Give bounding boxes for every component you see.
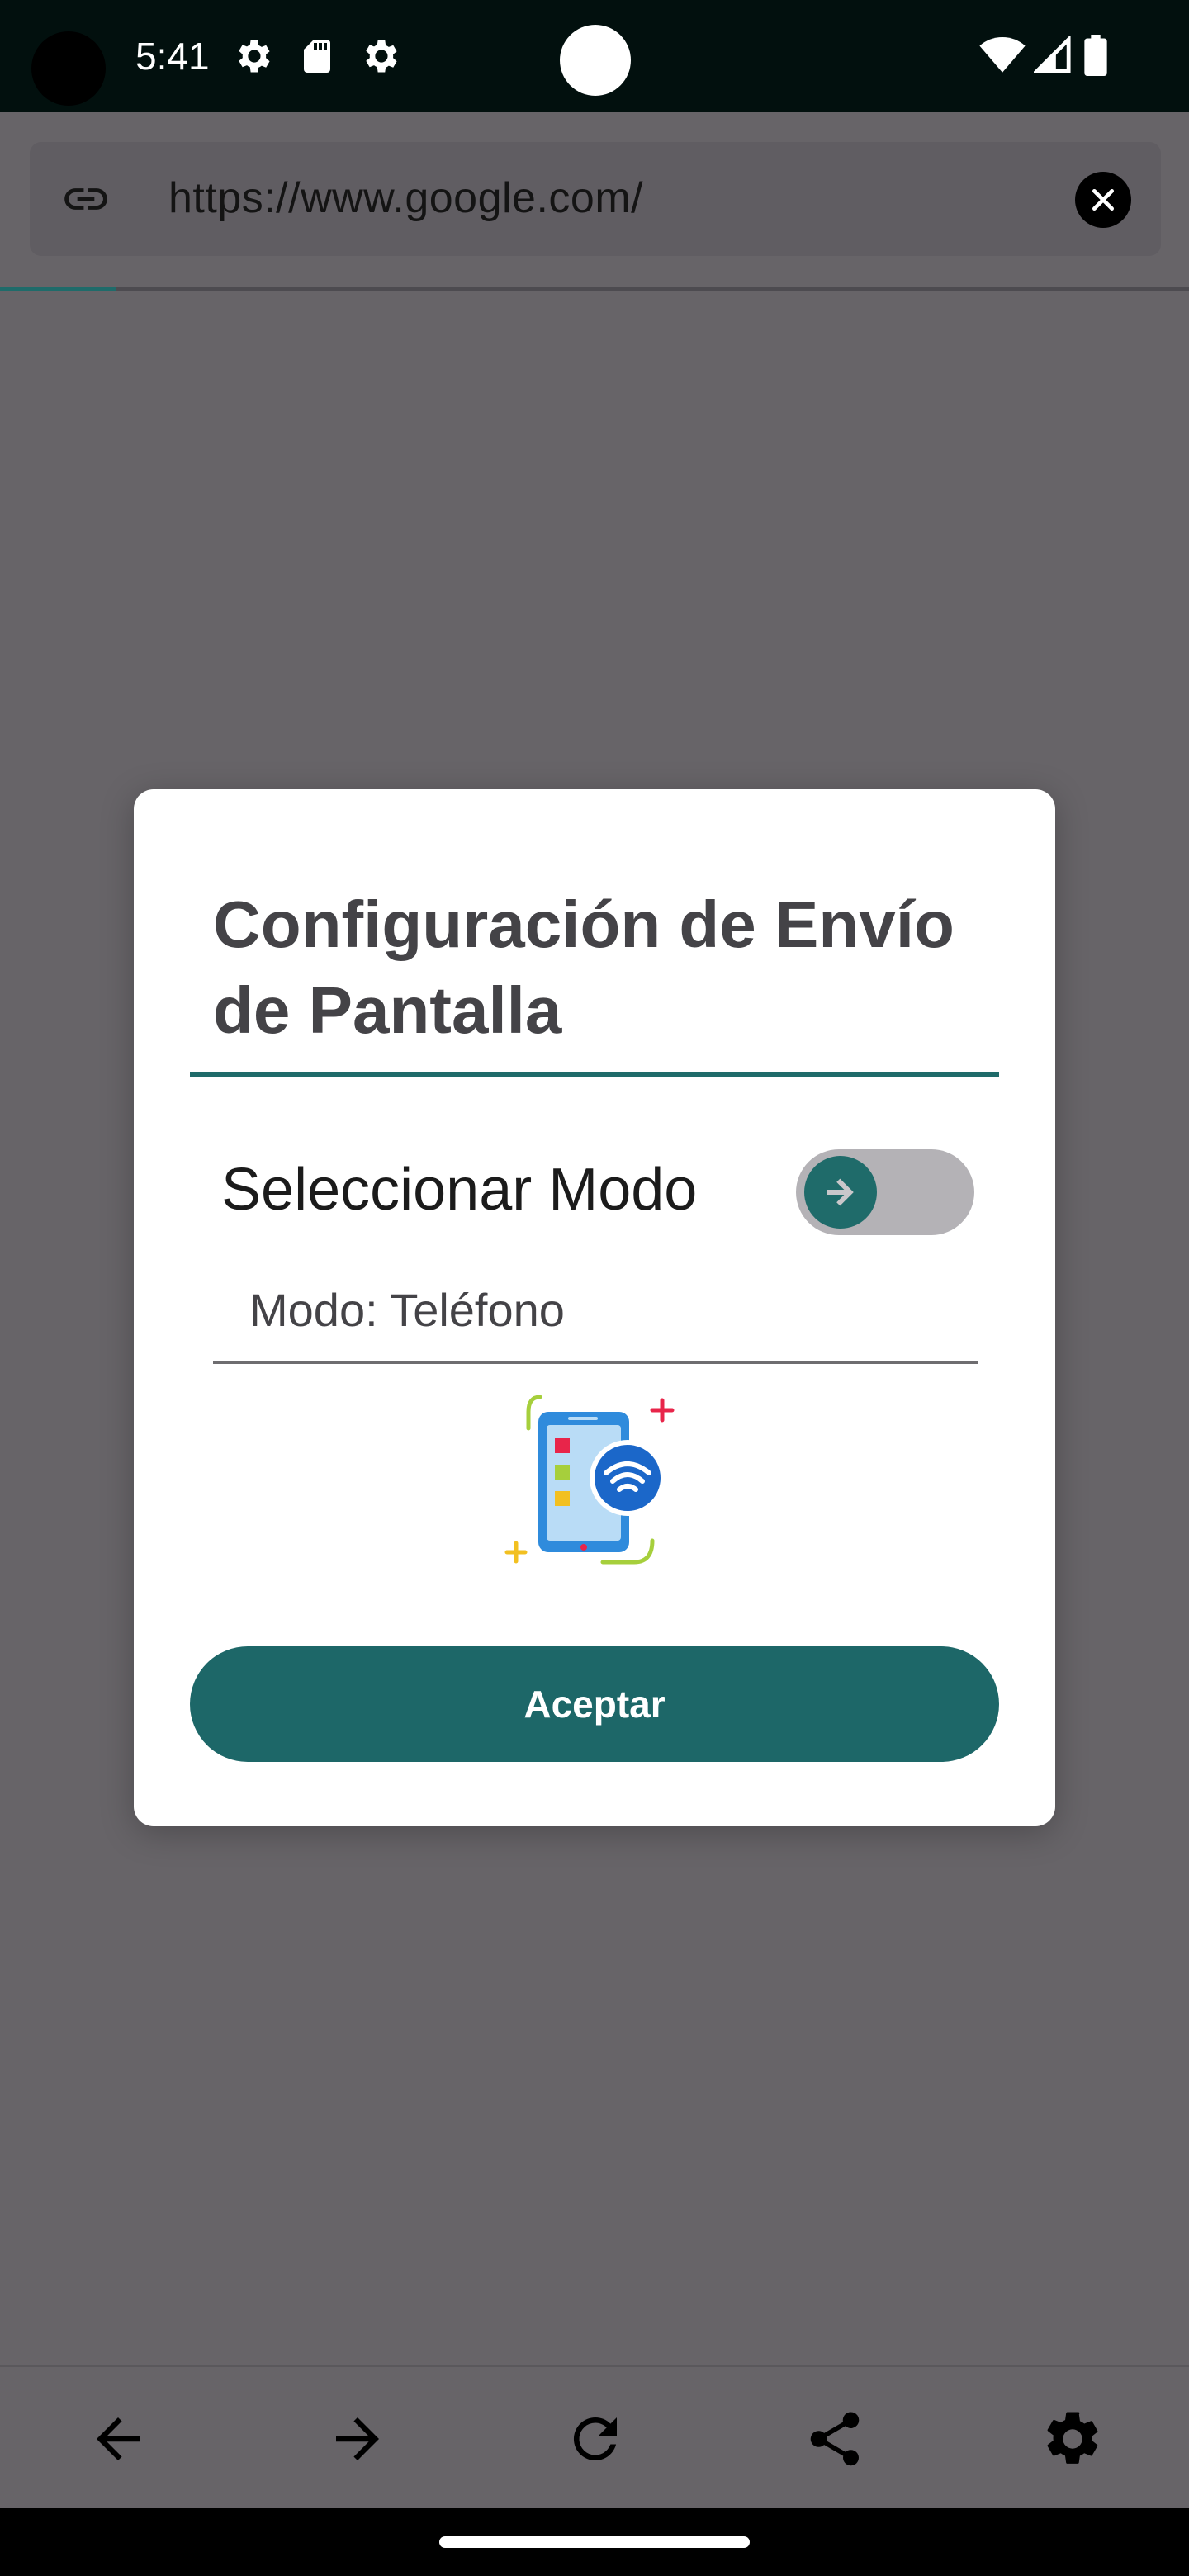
status-bar: 5:41 [0,0,1189,112]
mode-label: Seleccionar Modo [221,1157,698,1223]
url-bar-divider [0,287,1189,291]
refresh-icon[interactable] [558,2402,632,2476]
camera-cutout [31,31,106,106]
dialog-title: Configuración de Envío de Pantalla [213,888,955,1047]
status-time: 5:41 [135,35,210,78]
link-icon [54,173,117,229]
clear-icon[interactable] [1075,172,1131,228]
signal-icon [1032,35,1072,78]
share-icon[interactable] [798,2402,872,2476]
gesture-navigation-bar [0,2508,1189,2576]
forward-arrow-icon[interactable] [320,2402,395,2476]
phone-wifi-illustration [504,1392,685,1582]
bottom-navigation [0,2365,1189,2511]
page-load-progress [0,287,116,291]
url-bar-area: https://www.google.com/ [0,112,1189,291]
title-divider [190,1072,999,1077]
front-camera-dot [560,25,631,96]
screen-cast-config-dialog: Configuración de Envío de Pantalla Selec… [134,789,1055,1826]
url-text[interactable]: https://www.google.com/ [168,172,643,225]
wifi-icon [979,36,1026,78]
mode-toggle[interactable] [796,1149,974,1235]
back-arrow-icon[interactable] [81,2402,155,2476]
home-gesture-handle[interactable] [439,2536,750,2548]
mode-value: Modo: Teléfono [249,1284,565,1336]
sd-card-icon [297,35,337,82]
settings-icon[interactable] [1035,2402,1110,2476]
url-bar[interactable]: https://www.google.com/ [30,142,1161,256]
toggle-knob [804,1156,877,1229]
battery-icon [1083,35,1108,80]
settings-gear-icon [231,35,274,82]
mode-field[interactable]: Modo: Teléfono [213,1268,978,1364]
settings-gear-icon [358,35,401,82]
accept-button[interactable]: Aceptar [190,1646,999,1762]
